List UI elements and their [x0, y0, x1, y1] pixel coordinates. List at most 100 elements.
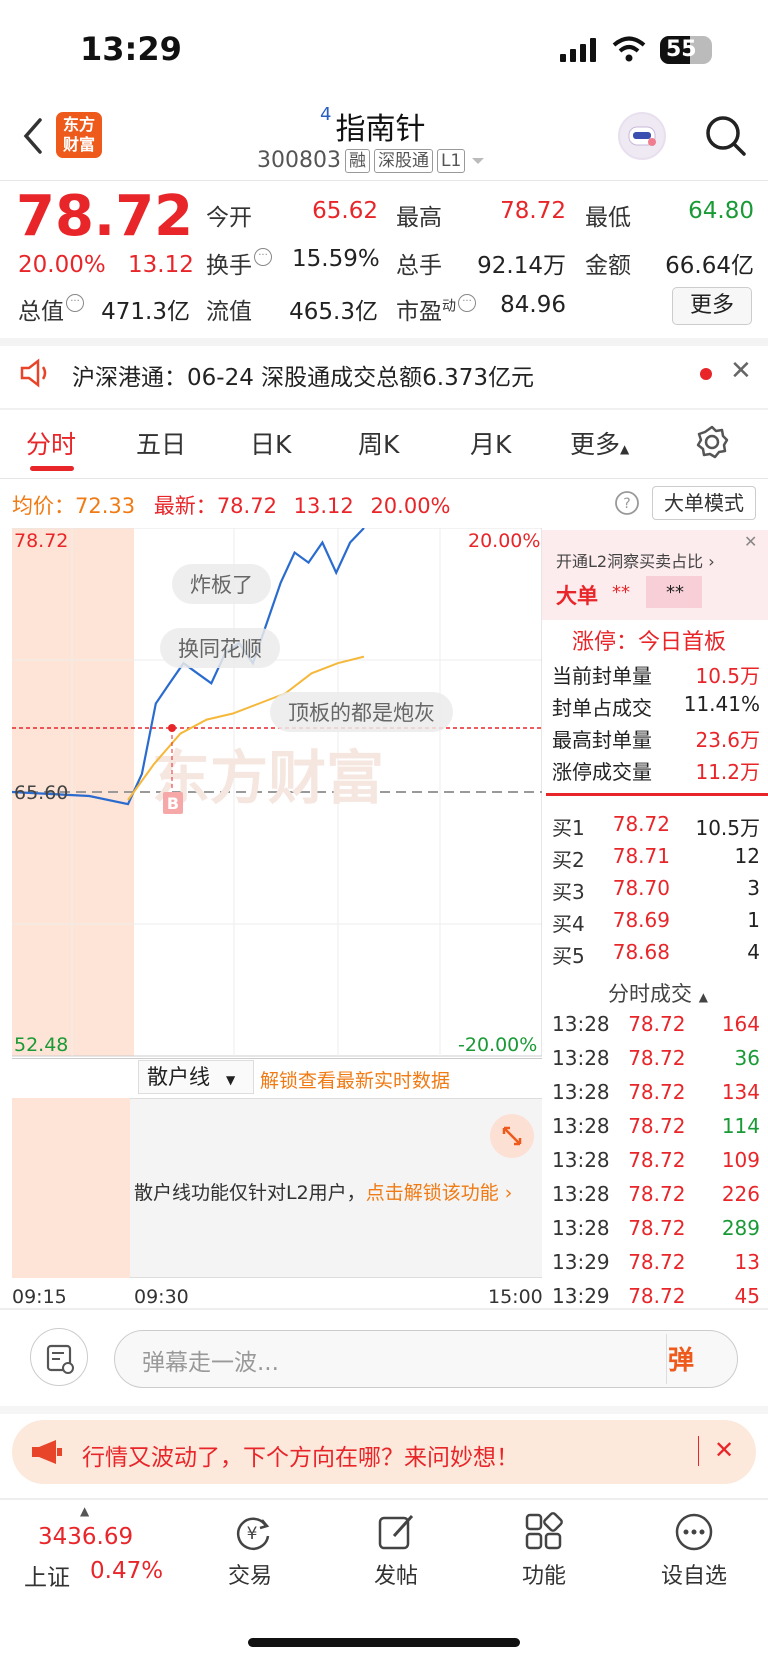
- bid-price: 78.68: [612, 940, 670, 964]
- settings-gear-icon[interactable]: [694, 424, 730, 460]
- trade-volume: 289: [721, 1216, 760, 1240]
- tab-five-day[interactable]: 五日: [136, 425, 186, 461]
- trade-time: 13:28: [552, 1148, 610, 1172]
- notice-text[interactable]: 沪深港通：06-24 深股通成交总额6.373亿元: [72, 358, 534, 392]
- limit-row: 最高封单量 23.6万: [552, 728, 760, 752]
- bid-label: 买2: [552, 848, 585, 872]
- sub-chart-unlock-link[interactable]: 解锁查看最新实时数据: [260, 1066, 450, 1093]
- tab-weekly-k[interactable]: 周K: [358, 425, 399, 461]
- comment-list-icon[interactable]: [30, 1328, 88, 1386]
- danmaku-bubble: 炸板了: [172, 564, 271, 604]
- trade-row: 13:28 78.72 114: [552, 1114, 760, 1138]
- stock-title[interactable]: 4 指南针: [320, 104, 425, 148]
- limit-divider: [546, 793, 768, 796]
- collapse-up-icon[interactable]: ▲: [80, 1504, 89, 1518]
- post-edit-icon[interactable]: [374, 1510, 418, 1554]
- bid-volume: 4: [747, 940, 760, 964]
- dropdown-icon: [472, 157, 485, 164]
- stat-label-float-cap: 流值: [206, 299, 252, 325]
- trade-time: 13:28: [552, 1182, 610, 1206]
- current-price: 78.72: [16, 184, 194, 249]
- nav-functions[interactable]: 功能: [494, 1558, 594, 1590]
- pct-axis-bottom: -20.00%: [458, 1034, 538, 1056]
- danmaku-bubble: 换同花顺: [160, 628, 280, 668]
- intraday-chart[interactable]: 东方财富 B: [12, 528, 542, 1058]
- stat-value-turnover: 15.59%: [292, 246, 380, 272]
- megaphone-icon: [32, 1440, 62, 1464]
- stat-label-high: 最高: [396, 205, 442, 231]
- help-icon[interactable]: ?: [614, 490, 640, 516]
- index-value[interactable]: 3436.69: [38, 1524, 133, 1550]
- promo-close-icon[interactable]: ✕: [714, 1436, 734, 1464]
- bid-label: 买5: [552, 944, 585, 968]
- bid-volume: 3: [747, 876, 760, 900]
- l2-promo-close-icon[interactable]: ✕: [744, 532, 757, 551]
- tab-monthly-k[interactable]: 月K: [470, 425, 511, 461]
- bid-row: 买2 78.71 12: [552, 844, 760, 873]
- trades-title[interactable]: 分时成交 ▲: [608, 978, 708, 1008]
- index-name[interactable]: 上证: [24, 1558, 70, 1592]
- status-time: 13:29: [80, 30, 182, 68]
- stock-code-line[interactable]: 300803 融 深股通 L1: [257, 148, 487, 173]
- index-change[interactable]: 0.47%: [90, 1558, 163, 1584]
- trade-row: 13:29 78.72 45: [552, 1284, 760, 1308]
- sub-chart-shade: [12, 1098, 130, 1278]
- stat-value-volume: 92.14万: [477, 253, 566, 279]
- bid-label: 买1: [552, 816, 585, 840]
- danmaku-send-button[interactable]: 弹: [668, 1340, 694, 1377]
- stat-label-open: 今开: [206, 205, 252, 231]
- stock-index-badge: 4: [320, 104, 332, 125]
- more-dots-icon[interactable]: [672, 1510, 716, 1554]
- stat-value-open: 65.62: [312, 198, 378, 224]
- limit-row: 封单占成交 11.41%: [552, 692, 760, 720]
- notice-close-icon[interactable]: ✕: [730, 356, 752, 386]
- trade-time: 13:29: [552, 1284, 610, 1308]
- assistant-avatar-icon[interactable]: [618, 112, 666, 160]
- bid-row: 买1 78.72 10.5万: [552, 812, 760, 841]
- tab-intraday[interactable]: 分时: [26, 425, 76, 461]
- trade-volume: 45: [734, 1284, 760, 1308]
- trade-row: 13:28 78.72 226: [552, 1182, 760, 1206]
- bid-label: 买3: [552, 880, 585, 904]
- y-axis-top: 78.72: [14, 530, 69, 552]
- promo-text[interactable]: 行情又波动了，下个方向在哪？来问妙想！: [82, 1438, 519, 1472]
- sub-chart-select[interactable]: 散户线 ▼: [138, 1060, 254, 1094]
- big-order-mode-button[interactable]: 大单模式: [652, 486, 756, 520]
- stat-value-float-cap: 465.3亿: [289, 299, 378, 325]
- sub-chart-message: 散户线功能仅针对L2用户，点击解锁该功能 ›: [134, 1182, 513, 1204]
- trade-volume: 13: [734, 1250, 760, 1274]
- search-icon[interactable]: [704, 114, 748, 158]
- bid-volume: 1: [747, 908, 760, 932]
- trade-icon[interactable]: ¥: [230, 1510, 274, 1554]
- trade-time: 13:28: [552, 1080, 610, 1104]
- stat-value-low: 64.80: [688, 198, 754, 224]
- nav-post[interactable]: 发帖: [346, 1558, 446, 1590]
- trade-time: 13:29: [552, 1250, 610, 1274]
- l2-promo-text[interactable]: 开通L2洞察买卖占比 ›: [556, 548, 715, 572]
- trade-row: 13:28 78.72 134: [552, 1080, 760, 1104]
- stat-label-volume: 总手: [396, 253, 442, 279]
- trade-price: 78.72: [628, 1080, 686, 1104]
- y-axis-mid: 65.60: [14, 782, 69, 804]
- trade-price: 78.72: [628, 1114, 686, 1138]
- wifi-icon: [612, 36, 646, 62]
- nav-add-watchlist[interactable]: 设自选: [644, 1558, 744, 1590]
- nav-trade[interactable]: 交易: [200, 1558, 300, 1590]
- expand-icon[interactable]: [490, 1114, 534, 1158]
- bid-row: 买3 78.70 3: [552, 876, 760, 905]
- more-stats-button[interactable]: 更多: [672, 287, 752, 325]
- grid-apps-icon[interactable]: [522, 1510, 566, 1554]
- app-logo[interactable]: 东方财富: [56, 112, 102, 158]
- trade-price: 78.72: [628, 1250, 686, 1274]
- back-icon[interactable]: [16, 114, 52, 158]
- tag-margin: 融: [344, 148, 370, 173]
- trade-price: 78.72: [628, 1148, 686, 1172]
- tab-more[interactable]: 更多▲: [570, 425, 629, 461]
- stock-code: 300803: [257, 148, 341, 173]
- trade-row: 13:28 78.72 109: [552, 1148, 760, 1172]
- tab-daily-k[interactable]: 日K: [250, 425, 291, 461]
- bid-price: 78.70: [612, 876, 670, 900]
- tag-level: L1: [436, 148, 466, 173]
- trade-price: 78.72: [628, 1216, 686, 1240]
- trade-price: 78.72: [628, 1182, 686, 1206]
